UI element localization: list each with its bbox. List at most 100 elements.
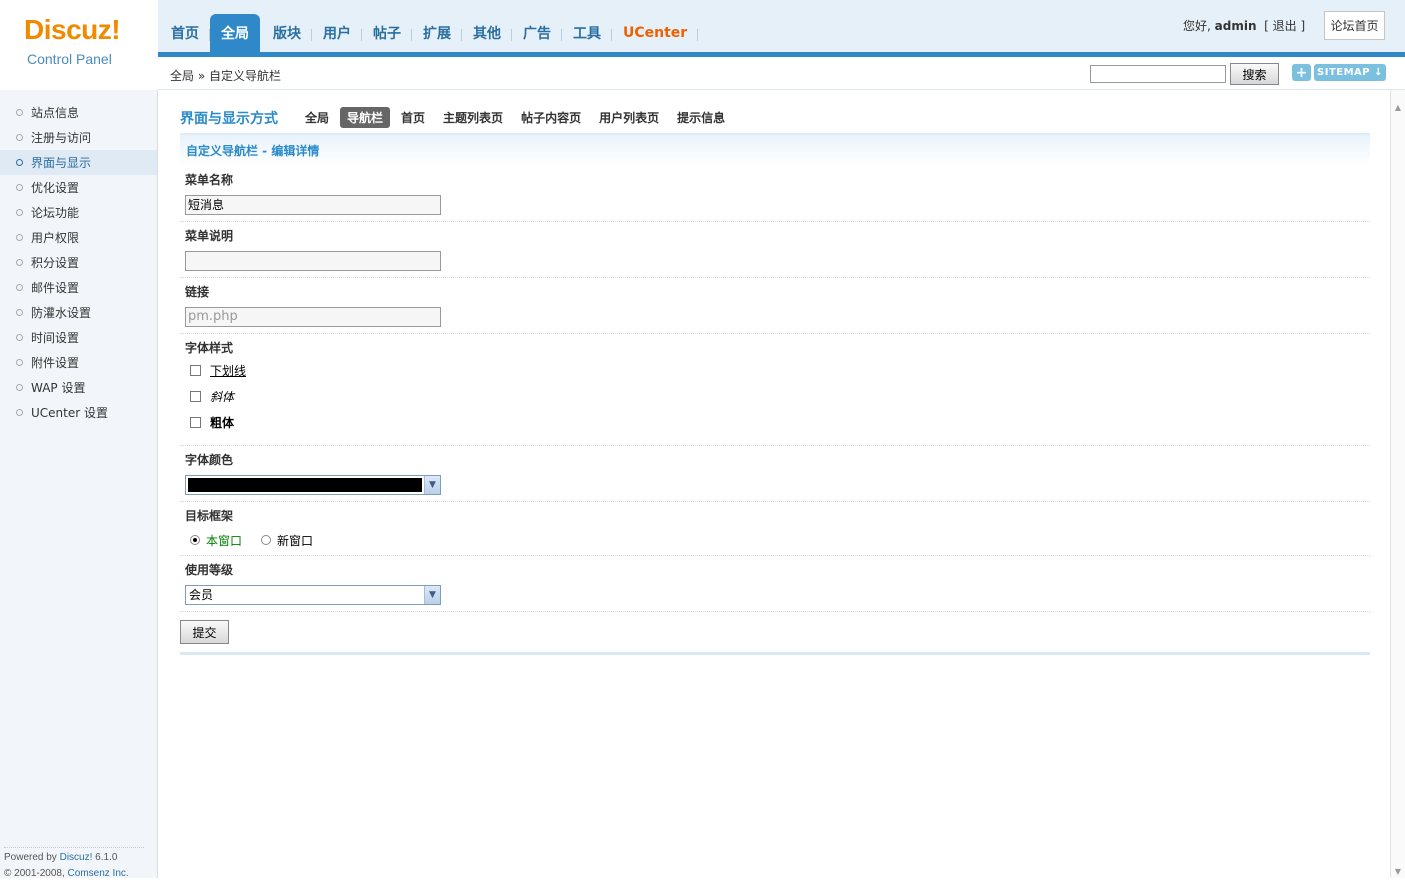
sidebar-item-label: 论坛功能 [31,206,80,220]
subtab-navbar[interactable]: 导航栏 [340,107,391,128]
underline-checkbox[interactable] [190,364,201,376]
sidebar-item-site-info[interactable]: 站点信息 [0,100,157,125]
style-row: 字体样式 下划线 斜体 粗体 [180,334,1370,446]
add-shortcut-icon[interactable]: + [1292,64,1311,81]
powered-by-text: Powered by [4,852,60,863]
sidebar-footer: Powered by Discuz! 6.1.0 © 2001-2008, Co… [4,847,144,882]
desc-row: 菜单说明 [180,222,1370,278]
logo: Discuz! Control Panel [0,0,158,90]
subtab-messages[interactable]: 提示信息 [670,107,732,128]
tab-forums[interactable]: 版块 [262,14,312,52]
subtab-global[interactable]: 全局 [298,107,336,128]
target-options: 本窗口 新窗口 [185,531,1365,549]
sidebar-item-wap[interactable]: WAP 设置 [0,375,157,400]
forum-home-button[interactable]: 论坛首页 [1324,11,1385,40]
target-label: 目标框架 [185,509,234,523]
tab-tools[interactable]: 工具 [562,14,612,52]
sidebar-item-label: 站点信息 [31,106,80,120]
subtab-thread-list[interactable]: 主题列表页 [436,107,510,128]
sidebar-item-label: 附件设置 [31,356,80,370]
sidebar-item-label: 用户权限 [31,231,80,245]
sidebar-item-label: UCenter 设置 [31,406,108,420]
sidebar-item-ucenter[interactable]: UCenter 设置 [0,400,157,425]
sidebar-item-register[interactable]: 注册与访问 [0,125,157,150]
font-color-select[interactable]: ▼ [185,475,441,495]
target-blank-radio[interactable] [261,535,272,545]
bullet-icon [16,184,23,191]
greeting-text: 您好, [1183,19,1211,33]
link-input[interactable]: pm.php [185,307,441,327]
subtab-user-list[interactable]: 用户列表页 [592,107,666,128]
bullet-icon [16,284,23,291]
underline-option[interactable]: 下划线 [185,357,1365,383]
username: admin [1214,19,1257,33]
section-title: 界面与显示方式 [180,110,278,127]
chevron-down-icon[interactable]: ▼ [424,476,440,494]
level-row: 使用等级 会员 ▼ [180,556,1370,612]
sidebar-item-label: 邮件设置 [31,281,80,295]
scroll-down-icon[interactable]: ▼ [1393,866,1403,876]
bullet-icon [16,309,23,316]
vertical-scrollbar[interactable]: ▲ ▼ [1390,90,1405,878]
version-text: 6.1.0 [92,852,118,863]
menu-name-input[interactable]: 短消息 [185,195,441,215]
tab-others[interactable]: 其他 [462,14,512,52]
logo-text: Discuz! [24,14,121,45]
tab-global[interactable]: 全局 [210,14,260,52]
link-label: 链接 [185,285,210,299]
bullet-icon [16,209,23,216]
bold-checkbox[interactable] [190,416,201,428]
italic-checkbox[interactable] [190,390,201,402]
sidebar-item-time[interactable]: 时间设置 [0,325,157,350]
sidebar-item-optimize[interactable]: 优化设置 [0,175,157,200]
tab-users[interactable]: 用户 [312,14,362,52]
bold-option[interactable]: 粗体 [185,409,1365,435]
tab-ads[interactable]: 广告 [512,14,562,52]
subtab-index[interactable]: 首页 [394,107,432,128]
bullet-icon [16,259,23,266]
sitemap-button[interactable]: SITEMAP ↓ [1314,64,1386,81]
bullet-icon [16,234,23,241]
target-self-label: 本窗口 [206,533,243,548]
bullet-icon [16,109,23,116]
name-row: 菜单名称 短消息 [180,166,1370,222]
italic-label: 斜体 [210,389,235,404]
sidebar-item-permissions[interactable]: 用户权限 [0,225,157,250]
usage-level-select[interactable]: 会员 ▼ [185,585,441,605]
color-swatch [188,478,422,492]
tab-extensions[interactable]: 扩展 [412,14,462,52]
name-label: 菜单名称 [185,173,234,187]
sidebar-item-credits[interactable]: 积分设置 [0,250,157,275]
target-self-radio[interactable] [190,535,200,545]
sidebar-item-attachments[interactable]: 附件设置 [0,350,157,375]
menu-desc-input[interactable] [185,251,441,271]
chevron-down-icon[interactable]: ▼ [424,586,440,604]
level-label: 使用等级 [185,563,234,577]
tab-posts[interactable]: 帖子 [362,14,412,52]
sidebar-item-mail[interactable]: 邮件设置 [0,275,157,300]
subtab-post-content[interactable]: 帖子内容页 [514,107,588,128]
search-button[interactable]: 搜索 [1230,63,1279,85]
search-input[interactable] [1090,65,1226,83]
italic-option[interactable]: 斜体 [185,383,1365,409]
sidebar-item-label: 时间设置 [31,331,80,345]
link-row: 链接 pm.php [180,278,1370,334]
desc-label: 菜单说明 [185,229,234,243]
sidebar-item-label: 防灌水设置 [31,306,92,320]
discuz-link[interactable]: Discuz! [60,852,93,863]
target-row: 目标框架 本窗口 新窗口 [180,502,1370,556]
breadcrumb: 全局 » 自定义导航栏 [170,69,281,83]
tab-home[interactable]: 首页 [160,14,210,52]
sidebar-item-antispam[interactable]: 防灌水设置 [0,300,157,325]
scroll-up-icon[interactable]: ▲ [1393,102,1403,112]
comsenz-link[interactable]: Comsenz Inc. [68,868,129,879]
tab-ucenter[interactable]: UCenter [612,14,699,52]
sidebar-item-display[interactable]: 界面与显示 [0,150,157,175]
bullet-icon [16,334,23,341]
logout-link[interactable]: [ 退出 ] [1264,19,1305,33]
submit-button[interactable]: 提交 [180,620,229,644]
sidebar-item-features[interactable]: 论坛功能 [0,200,157,225]
form-bottom-divider [180,652,1370,655]
color-label: 字体颜色 [185,453,234,467]
header: 首页 全局 版块 用户 帖子 扩展 其他 广告 工具 UCenter 您好, a… [0,0,1405,56]
